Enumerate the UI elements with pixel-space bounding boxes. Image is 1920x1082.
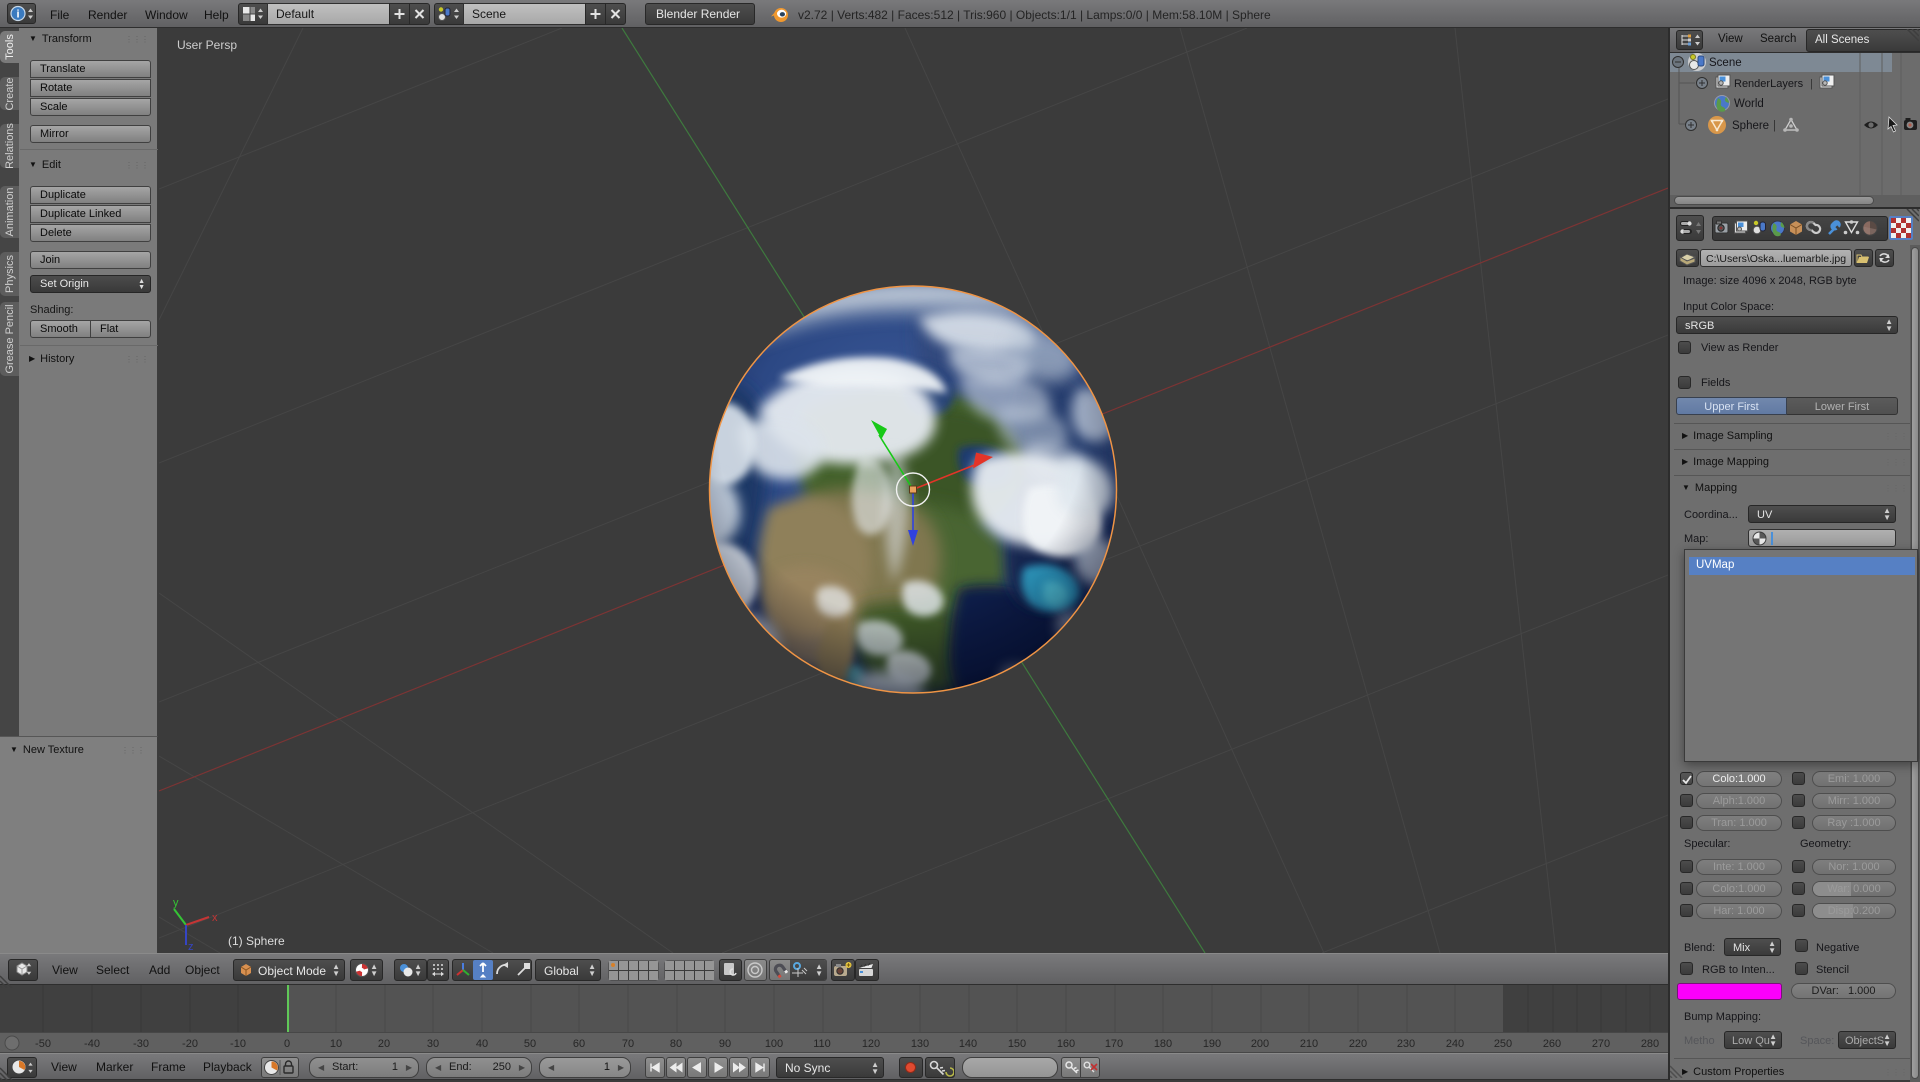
svg-text:-40: -40	[84, 1038, 100, 1050]
svg-text:110: 110	[813, 1038, 831, 1050]
svg-text:190: 190	[1203, 1038, 1221, 1050]
svg-text:180: 180	[1154, 1038, 1172, 1050]
svg-text:200: 200	[1251, 1038, 1269, 1050]
svg-text:60: 60	[573, 1038, 585, 1050]
svg-text:30: 30	[427, 1038, 439, 1050]
svg-text:280: 280	[1641, 1038, 1659, 1050]
svg-text:250: 250	[1494, 1038, 1512, 1050]
svg-text:40: 40	[476, 1038, 488, 1050]
svg-text:Sphere: Sphere	[1732, 120, 1769, 132]
svg-text:x: x	[212, 912, 218, 924]
svg-text:Scene: Scene	[1709, 57, 1742, 69]
svg-text:z: z	[188, 941, 194, 953]
svg-text:70: 70	[622, 1038, 634, 1050]
svg-text:100: 100	[765, 1038, 783, 1050]
svg-text:90: 90	[719, 1038, 731, 1050]
svg-text:220: 220	[1349, 1038, 1367, 1050]
svg-text:User Persp: User Persp	[177, 38, 237, 52]
svg-text:120: 120	[862, 1038, 880, 1050]
svg-text:140: 140	[959, 1038, 977, 1050]
svg-text:-20: -20	[182, 1038, 198, 1050]
svg-text:240: 240	[1446, 1038, 1464, 1050]
svg-text:210: 210	[1300, 1038, 1318, 1050]
svg-text:-50: -50	[35, 1038, 51, 1050]
svg-text:130: 130	[911, 1038, 929, 1050]
svg-text:|: |	[1810, 78, 1813, 90]
svg-text:160: 160	[1057, 1038, 1075, 1050]
svg-text:10: 10	[330, 1038, 342, 1050]
svg-text:i: i	[16, 9, 19, 21]
svg-text:270: 270	[1592, 1038, 1610, 1050]
svg-text:|: |	[1773, 120, 1776, 132]
svg-text:(1) Sphere: (1) Sphere	[228, 934, 285, 948]
svg-text:RenderLayers: RenderLayers	[1734, 78, 1804, 90]
svg-text:50: 50	[524, 1038, 536, 1050]
svg-text:20: 20	[378, 1038, 390, 1050]
svg-text:-30: -30	[133, 1038, 149, 1050]
svg-text:0: 0	[284, 1038, 290, 1050]
svg-text:260: 260	[1543, 1038, 1561, 1050]
svg-text:150: 150	[1008, 1038, 1026, 1050]
svg-text:80: 80	[670, 1038, 682, 1050]
svg-text:170: 170	[1105, 1038, 1123, 1050]
svg-text:230: 230	[1397, 1038, 1415, 1050]
svg-text:y: y	[173, 897, 179, 909]
svg-text:World: World	[1734, 98, 1764, 110]
svg-text:-10: -10	[230, 1038, 246, 1050]
